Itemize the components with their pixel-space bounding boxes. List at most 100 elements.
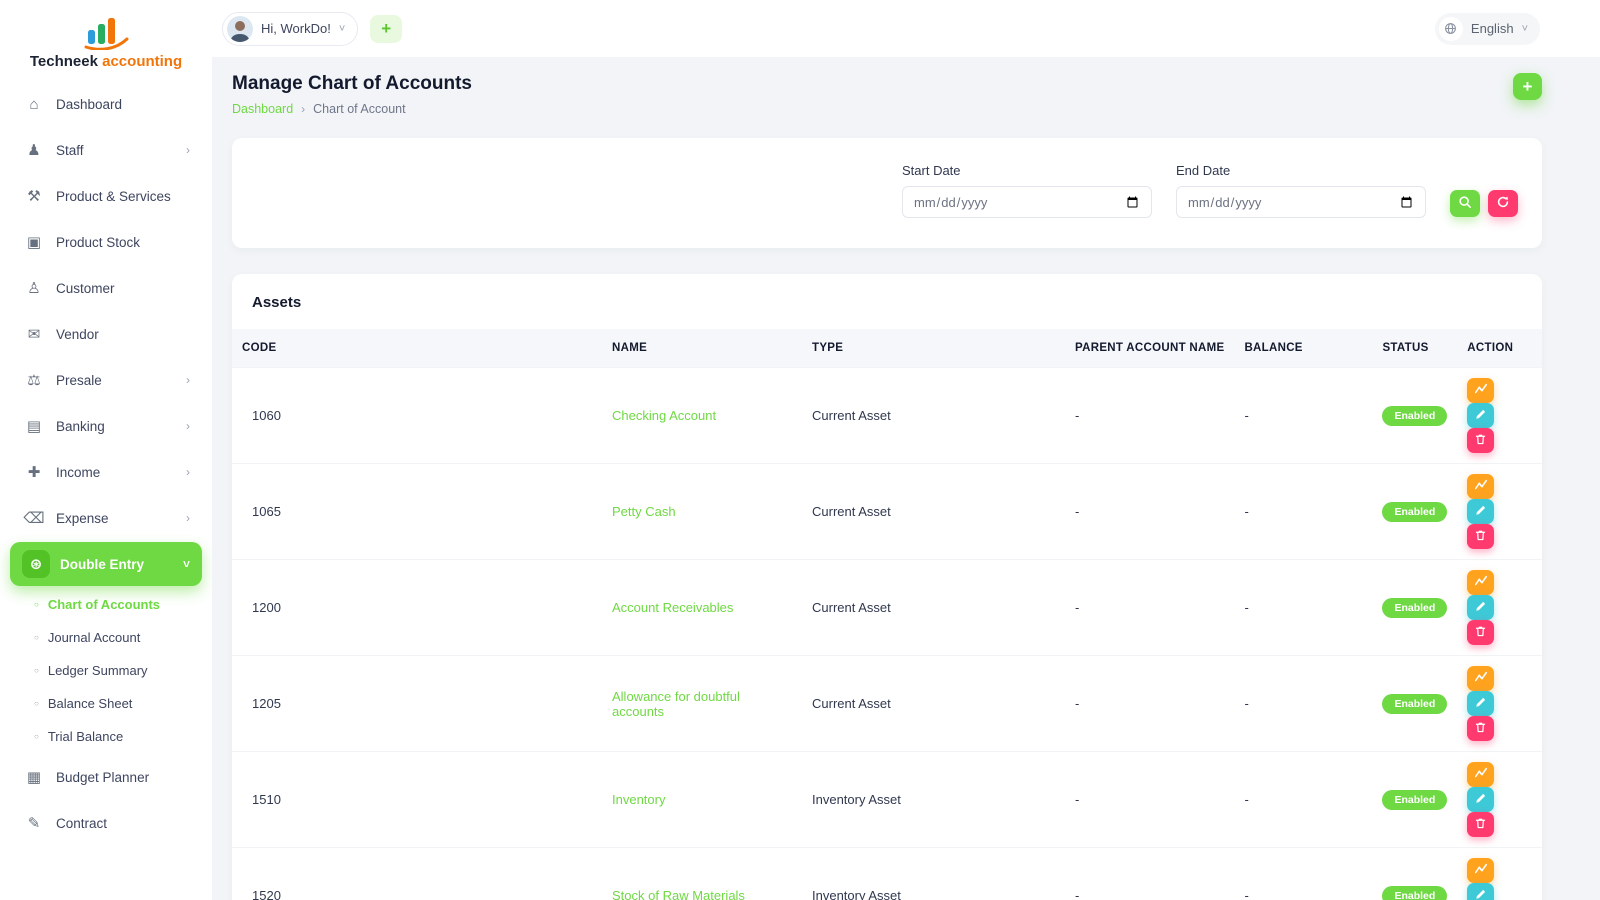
cell-code: 1520	[232, 847, 602, 900]
sidebar-item[interactable]: ✎ Contract	[10, 801, 202, 845]
cell-balance: -	[1234, 559, 1373, 656]
sidebar-item-label: Staff	[56, 142, 84, 158]
add-workspace-button[interactable]: +	[370, 14, 403, 43]
column-header: PARENT ACCOUNT NAME	[1065, 329, 1235, 368]
trash-icon	[1474, 433, 1487, 449]
column-header: STATUS	[1372, 329, 1458, 368]
delete-button[interactable]	[1467, 428, 1495, 453]
delete-button[interactable]	[1467, 620, 1495, 645]
activity-icon	[1474, 670, 1488, 687]
end-date-field: End Date	[1176, 163, 1426, 218]
topbar: Hi, WorkDo! ˅ + English ˅	[212, 0, 1600, 57]
sidebar-item-icon: ⌂	[29, 95, 39, 113]
sidebar-item[interactable]: ✚ Income ›	[10, 450, 202, 494]
edit-button[interactable]	[1467, 499, 1495, 524]
account-name-link[interactable]: Petty Cash	[612, 504, 676, 519]
account-name-link[interactable]: Stock of Raw Materials	[612, 888, 745, 900]
transactions-button[interactable]	[1467, 474, 1495, 499]
table-row: 1065 Petty Cash Current Asset - - Enable…	[232, 463, 1542, 560]
main-column: Hi, WorkDo! ˅ + English ˅ Manage Chart o…	[212, 0, 1600, 900]
status-badge: Enabled	[1382, 597, 1448, 618]
edit-button[interactable]	[1467, 787, 1495, 812]
reset-button[interactable]	[1488, 190, 1518, 217]
sidebar-item[interactable]: ♟ Staff ›	[10, 128, 202, 172]
chevron-icon: ˅	[182, 557, 190, 571]
sidebar-item[interactable]: ⚖ Presale ›	[10, 358, 202, 402]
edit-button[interactable]	[1467, 595, 1495, 620]
sidebar-sub-item[interactable]: ○ Balance Sheet	[0, 687, 212, 720]
sidebar-sub-item[interactable]: ○ Chart of Accounts	[0, 588, 212, 621]
cell-code: 1200	[232, 559, 602, 656]
sidebar-sub-item[interactable]: ○ Trial Balance	[0, 720, 212, 753]
cell-type: Current Asset	[802, 559, 1065, 656]
column-header: CODE	[232, 329, 602, 368]
edit-button[interactable]	[1467, 883, 1495, 900]
sidebar: Techneek accounting ⌂ Dashboard ♟ Staff	[0, 0, 212, 900]
table-body: 1060 Checking Account Current Asset - - …	[232, 367, 1542, 900]
chevron-icon: ›	[186, 143, 190, 157]
chevron-icon: ›	[186, 419, 190, 433]
cell-code: 1205	[232, 655, 602, 752]
search-button[interactable]	[1450, 190, 1480, 217]
column-header: NAME	[602, 329, 802, 368]
sidebar-sub-item[interactable]: ○ Journal Account	[0, 621, 212, 654]
sidebar-item-icon: ⌫	[23, 510, 45, 527]
create-account-button[interactable]: +	[1513, 73, 1542, 100]
chevron-icon: ›	[186, 511, 190, 525]
transactions-button[interactable]	[1467, 762, 1495, 787]
table-header-row: CODE NAME TYPE PARENT ACCOUNT NAME BALANCE ST…	[232, 329, 1542, 368]
sidebar-item-label: Dashboard	[56, 96, 123, 112]
end-date-input[interactable]	[1176, 186, 1426, 218]
brand-logo[interactable]: Techneek accounting	[0, 10, 212, 80]
sidebar-item-label: Product Stock	[56, 234, 141, 250]
start-date-label: Start Date	[902, 163, 961, 178]
edit-button[interactable]	[1467, 691, 1495, 716]
activity-icon	[1474, 382, 1488, 399]
language-selector[interactable]: English ˅	[1434, 12, 1540, 45]
account-name-link[interactable]: Allowance for doubtful accounts	[612, 689, 740, 719]
activity-icon	[1474, 766, 1488, 783]
app-root: Techneek accounting ⌂ Dashboard ♟ Staff	[0, 0, 1600, 900]
sidebar-item[interactable]: ▤ Banking ›	[10, 404, 202, 448]
brand-name: Techneek accounting	[0, 53, 212, 70]
sidebar-item-icon: ♟	[27, 142, 41, 159]
delete-button[interactable]	[1467, 716, 1495, 741]
account-name-link[interactable]: Account Receivables	[612, 600, 733, 615]
sidebar-item[interactable]: ▦ Budget Planner	[10, 755, 202, 799]
chevron-down-icon: ˅	[338, 22, 346, 35]
delete-button[interactable]	[1467, 812, 1495, 837]
sidebar-item[interactable]: ⚒ Product & Services	[10, 174, 202, 218]
sidebar-item[interactable]: ⌂ Dashboard	[10, 82, 202, 126]
sidebar-nav: ⌂ Dashboard ♟ Staff › ⚒ Product & Servic…	[0, 82, 212, 845]
sidebar-item[interactable]: ✉ Vendor	[10, 312, 202, 356]
search-icon	[1458, 195, 1472, 212]
bullet-icon: ○	[34, 632, 39, 642]
cell-balance: -	[1234, 463, 1373, 560]
sidebar-item-label: Expense	[56, 510, 109, 526]
transactions-button[interactable]	[1467, 570, 1495, 595]
edit-button[interactable]	[1467, 403, 1495, 428]
bullet-icon: ○	[34, 665, 39, 675]
sidebar-sub-item-label: Balance Sheet	[47, 696, 133, 711]
transactions-button[interactable]	[1467, 666, 1495, 691]
sidebar-item[interactable]: ▣ Product Stock	[10, 220, 202, 264]
account-name-link[interactable]: Checking Account	[612, 408, 716, 423]
transactions-button[interactable]	[1467, 378, 1495, 403]
account-name-link[interactable]: Inventory	[612, 792, 665, 807]
transactions-button[interactable]	[1467, 858, 1495, 883]
trash-icon	[1474, 529, 1487, 545]
delete-button[interactable]	[1467, 524, 1495, 549]
sidebar-sub-item[interactable]: ○ Ledger Summary	[0, 654, 212, 687]
cell-type: Current Asset	[802, 367, 1065, 464]
sidebar-item[interactable]: ⊛ Double Entry ˅	[10, 542, 202, 586]
start-date-input[interactable]	[902, 186, 1152, 218]
breadcrumb-dashboard-link[interactable]: Dashboard	[232, 102, 293, 116]
user-menu[interactable]: Hi, WorkDo! ˅	[222, 11, 359, 46]
sidebar-item[interactable]: ⌫ Expense ›	[10, 496, 202, 540]
sidebar-item-icon: ▣	[26, 234, 42, 251]
sidebar-item[interactable]: ♙ Customer	[10, 266, 202, 310]
brand-chart-icon	[77, 18, 135, 54]
status-badge: Enabled	[1382, 405, 1448, 426]
sidebar-item-label: Product & Services	[56, 188, 171, 204]
refresh-icon	[1496, 195, 1510, 212]
